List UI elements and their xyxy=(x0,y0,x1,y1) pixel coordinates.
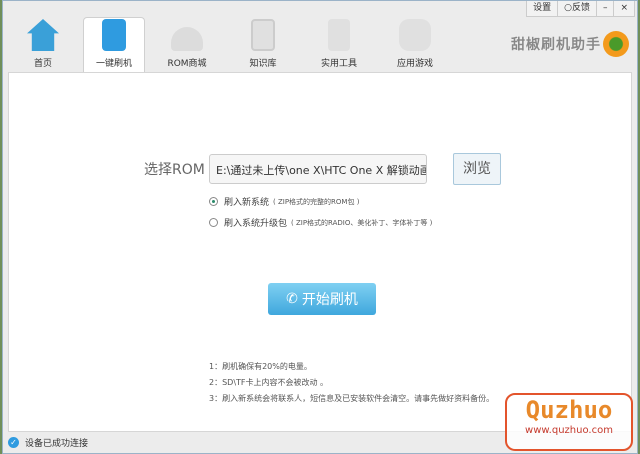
tab-flash[interactable]: 一键刷机 xyxy=(83,17,145,73)
home-icon xyxy=(27,19,59,51)
tips-list: 1：刷机确保有20%的电量。 2：SD\TF卡上内容不会被改动 。 3：刷入新系… xyxy=(209,359,494,407)
start-flash-button[interactable]: ✆ 开始刷机 xyxy=(268,283,376,315)
phone-icon: ✆ xyxy=(286,291,298,307)
tip-item: 2：SD\TF卡上内容不会被改动 。 xyxy=(209,378,329,387)
phone-arrow-icon xyxy=(102,19,126,51)
option-note: ( ZIP格式的完整的ROM包 ) xyxy=(273,197,360,206)
radio-selected[interactable] xyxy=(209,197,218,206)
watermark-title: Quzhuo xyxy=(525,396,613,424)
minimize-button[interactable]: – xyxy=(595,1,614,16)
window-controls: 设置 ○反馈 – × xyxy=(526,1,635,17)
tab-apps-games[interactable]: 应用游戏 xyxy=(381,17,449,73)
watermark: Quzhuo www.quzhuo.com xyxy=(505,393,633,451)
option-label: 刷入系统升级包 xyxy=(224,219,288,229)
tab-label: 首页 xyxy=(33,59,52,69)
start-label: 开始刷机 xyxy=(301,292,358,308)
watermark-url: www.quzhuo.com xyxy=(525,425,613,436)
tip-item: 1：刷机确保有20%的电量。 xyxy=(209,362,312,371)
close-button[interactable]: × xyxy=(613,1,634,16)
tools-icon xyxy=(328,19,350,51)
browse-button[interactable]: 浏览 xyxy=(453,153,501,185)
tab-knowledge[interactable]: 知识库 xyxy=(229,17,297,73)
brand-logo: 甜椒刷机助手 xyxy=(511,31,629,57)
radio-unselected[interactable] xyxy=(209,218,218,227)
tab-label: ROM商城 xyxy=(167,59,207,69)
tab-rom-store[interactable]: ROM商城 xyxy=(153,17,221,73)
document-icon xyxy=(251,19,275,51)
rom-path-input[interactable]: E:\通过未上传\one X\HTC One X 解锁动画 文 xyxy=(209,154,427,184)
tab-label: 实用工具 xyxy=(320,59,357,69)
option-upgrade-package[interactable]: 刷入系统升级包( ZIP格式的RADIO、美化补丁、字体补丁等 ) xyxy=(209,216,432,229)
status-bar: ✓ 设备已成功连接 xyxy=(8,436,88,449)
status-text: 设备已成功连接 xyxy=(25,439,89,449)
settings-button[interactable]: 设置 xyxy=(527,1,557,16)
option-label: 刷入新系统 xyxy=(224,198,270,208)
tip-item: 3：刷入新系统会将联系人，短信息及已安装软件会清空。请事先做好资料备份。 xyxy=(209,394,495,403)
brand-name: 甜椒刷机助手 xyxy=(511,37,601,53)
main-tabs: 首页 一键刷机 ROM商城 知识库 实用工具 应用游戏 xyxy=(3,17,457,73)
tab-label: 一键刷机 xyxy=(95,59,132,69)
option-note: ( ZIP格式的RADIO、美化补丁、字体补丁等 ) xyxy=(291,218,433,227)
select-rom-label: 选择ROM xyxy=(144,162,205,178)
pepper-logo-icon xyxy=(603,31,629,57)
gamepad-icon xyxy=(399,19,431,51)
tab-tools[interactable]: 实用工具 xyxy=(305,17,373,73)
feedback-button[interactable]: ○反馈 xyxy=(557,1,596,16)
option-new-system[interactable]: 刷入新系统( ZIP格式的完整的ROM包 ) xyxy=(209,195,359,208)
cloud-download-icon xyxy=(171,27,203,51)
tab-label: 知识库 xyxy=(249,59,277,69)
tab-label: 应用游戏 xyxy=(396,59,433,69)
tab-home[interactable]: 首页 xyxy=(11,17,75,73)
check-icon: ✓ xyxy=(8,437,19,448)
flash-panel: 选择ROM E:\通过未上传\one X\HTC One X 解锁动画 文 浏览… xyxy=(8,72,632,432)
